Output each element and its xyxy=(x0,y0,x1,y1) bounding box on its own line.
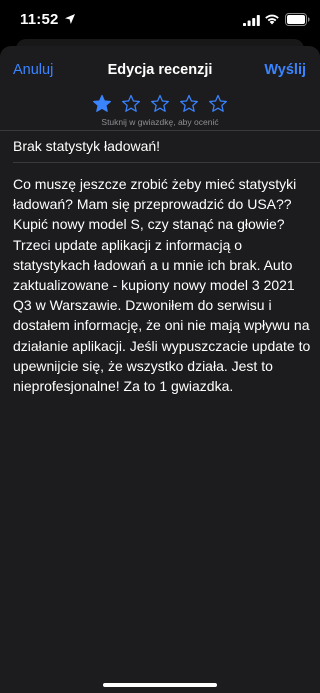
cellular-signal-icon xyxy=(243,15,260,26)
divider xyxy=(13,162,320,163)
star-2-icon[interactable] xyxy=(121,94,141,114)
rating-hint: Stuknij w gwiazdkę, aby ocenić xyxy=(101,117,219,127)
review-title-field[interactable]: Brak statystyk ładowań! xyxy=(13,138,308,160)
send-button[interactable]: Wyślij xyxy=(264,62,306,78)
star-rating[interactable] xyxy=(0,94,320,116)
battery-icon xyxy=(285,13,310,26)
navigation-bar: Anuluj Edycja recenzji Wyślij xyxy=(0,46,320,96)
status-bar: 11:52 xyxy=(0,0,320,40)
wifi-icon xyxy=(265,14,279,25)
star-1-icon[interactable] xyxy=(92,94,112,114)
review-body-field[interactable]: Co muszę jeszcze zrobić żeby mieć statys… xyxy=(13,174,311,396)
star-5-icon[interactable] xyxy=(208,94,228,114)
home-indicator xyxy=(103,683,217,687)
status-time: 11:52 xyxy=(20,11,59,28)
location-arrow-icon xyxy=(65,14,75,24)
divider xyxy=(0,130,320,131)
edit-review-sheet: Anuluj Edycja recenzji Wyślij Stuknij w … xyxy=(0,46,320,693)
star-4-icon[interactable] xyxy=(179,94,199,114)
star-3-icon[interactable] xyxy=(150,94,170,114)
